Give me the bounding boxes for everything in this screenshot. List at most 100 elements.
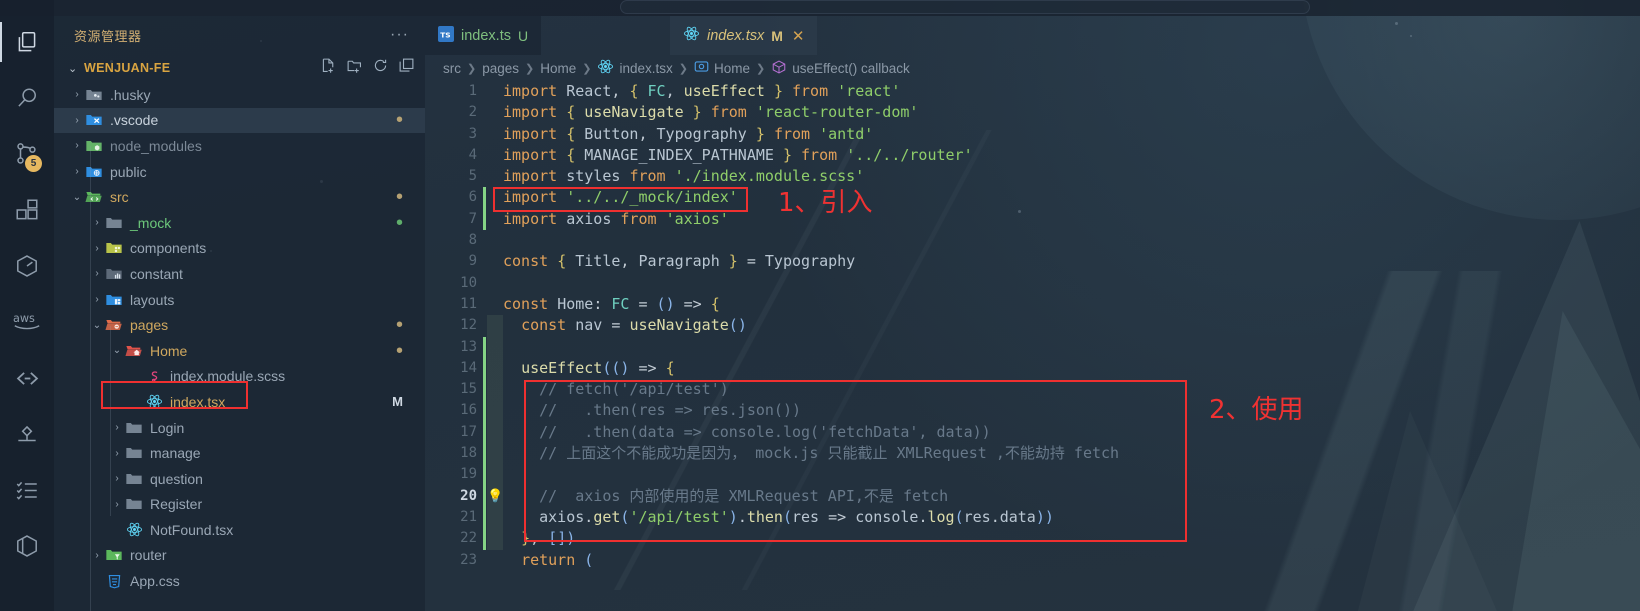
- tab-index-ts[interactable]: TS index.ts U: [425, 16, 542, 55]
- code-line[interactable]: 14 useEffect(() => {: [425, 357, 1640, 380]
- sidebar-item-aws[interactable]: aws: [0, 294, 54, 350]
- refresh-icon[interactable]: [372, 57, 389, 79]
- sidebar-item-remote-explorer[interactable]: [0, 518, 54, 574]
- tree-item-constant[interactable]: › constant: [54, 261, 425, 287]
- liveshare-icon: [14, 365, 41, 392]
- code-line[interactable]: 11 const Home: FC = () => {: [425, 294, 1640, 315]
- breadcrumb-item-src[interactable]: src: [443, 61, 461, 76]
- fold-region[interactable]: [487, 443, 503, 465]
- chevron-right-icon[interactable]: ›: [110, 499, 124, 510]
- chevron-right-icon[interactable]: ›: [110, 422, 124, 433]
- tree-item-notfound-tsx[interactable]: NotFound.tsx: [54, 517, 425, 543]
- code-line[interactable]: 13: [425, 336, 1640, 358]
- code-line[interactable]: 1 import React, { FC, useEffect } from 'r…: [425, 81, 1640, 102]
- chevron-right-icon[interactable]: ›: [70, 115, 84, 126]
- react-icon: [597, 58, 614, 78]
- breadcrumb-item-index-tsx[interactable]: index.tsx: [597, 58, 673, 78]
- chevron-right-icon[interactable]: ›: [90, 294, 104, 305]
- tree-item-layouts[interactable]: › layouts: [54, 287, 425, 313]
- tree-item-public[interactable]: › public: [54, 159, 425, 185]
- sidebar-item-database[interactable]: [0, 406, 54, 462]
- close-icon[interactable]: ✕: [792, 27, 805, 45]
- line-number: 8: [468, 232, 477, 249]
- chevron-right-icon[interactable]: ›: [70, 89, 84, 100]
- status-badge: M: [392, 394, 403, 410]
- line-number: 6: [468, 189, 477, 206]
- line-number: 21: [460, 508, 477, 525]
- sidebar-item-explorer[interactable]: [0, 14, 54, 70]
- tree-item-label: node_modules: [110, 137, 202, 154]
- tree-item-node-modules[interactable]: › node_modules: [54, 133, 425, 159]
- tree-item--vscode[interactable]: › .vscode •: [54, 107, 425, 134]
- fold-region[interactable]: [487, 421, 503, 444]
- sidebar-item-source-control[interactable]: 5: [0, 126, 54, 182]
- new-file-icon[interactable]: [320, 57, 337, 79]
- sidebar-item-search[interactable]: [0, 70, 54, 126]
- fold-region[interactable]: [487, 506, 503, 529]
- breadcrumb-label: Home: [713, 60, 750, 76]
- code-line[interactable]: 8: [425, 230, 1640, 251]
- more-actions-icon[interactable]: ···: [390, 27, 409, 43]
- chevron-right-icon[interactable]: ›: [110, 448, 124, 459]
- code-line[interactable]: 4 import { MANAGE_INDEX_PATHNAME } from '…: [425, 145, 1640, 166]
- fold-region[interactable]: [487, 379, 503, 401]
- sidebar-item-live-share[interactable]: [0, 350, 54, 406]
- sidebar-item-docker[interactable]: [0, 238, 54, 294]
- tree-item-label: Register: [150, 496, 203, 513]
- chevron-right-icon[interactable]: ›: [90, 550, 104, 561]
- command-center[interactable]: [620, 0, 1310, 14]
- tree-item-label: public: [110, 163, 147, 180]
- chevron-down-icon[interactable]: ⌄: [90, 320, 104, 331]
- chevron-right-icon[interactable]: ›: [90, 217, 104, 228]
- chevron-down-icon[interactable]: ⌄: [70, 192, 84, 203]
- chevron-right-icon[interactable]: ›: [70, 140, 84, 151]
- tree-item-src[interactable]: ⌄ src •: [54, 184, 425, 210]
- lightbulb-icon[interactable]: 💡: [487, 486, 503, 507]
- breadcrumb-item-pages[interactable]: pages: [482, 61, 519, 76]
- chevron-down-icon[interactable]: ⌄: [110, 345, 124, 356]
- code-line[interactable]: 10: [425, 273, 1640, 294]
- react-icon: [683, 25, 700, 46]
- tab-label: index.tsx: [707, 27, 765, 44]
- breadcrumb-item-home[interactable]: Home: [540, 61, 576, 76]
- chevron-right-icon[interactable]: ›: [110, 473, 124, 484]
- fold-region[interactable]: [487, 315, 503, 337]
- chevron-down-icon[interactable]: ⌄: [68, 62, 84, 75]
- tree-item-label: .husky: [110, 86, 151, 103]
- breadcrumb-item-useeffect-callback[interactable]: useEffect() callback: [771, 59, 910, 78]
- git-modified-indicator: [483, 187, 486, 209]
- sidebar-item-todo-tree[interactable]: [0, 462, 54, 518]
- tree-item--husky[interactable]: › .husky: [54, 82, 425, 108]
- code-line[interactable]: 5 import styles from './index.module.scss…: [425, 166, 1640, 187]
- tree-item--mock[interactable]: › _mock •: [54, 210, 425, 236]
- collapse-all-icon[interactable]: [398, 57, 415, 79]
- code-line[interactable]: 9 const { Title, Paragraph } = Typography: [425, 251, 1640, 272]
- code-line[interactable]: 3 import { Button, Typography } from 'ant…: [425, 124, 1640, 145]
- sidebar-item-extensions[interactable]: [0, 182, 54, 238]
- workspace-section-header[interactable]: ⌄ WENJUAN-FE: [54, 54, 425, 82]
- tab-status-badge: M: [771, 27, 783, 44]
- chevron-right-icon[interactable]: ›: [90, 243, 104, 254]
- fold-region[interactable]: [487, 336, 503, 358]
- chevron-right-icon[interactable]: ›: [70, 166, 84, 177]
- code-line[interactable]: 23 return (: [425, 550, 1640, 571]
- tree-item-app-css[interactable]: App.css: [54, 568, 425, 594]
- svg-text:TS: TS: [440, 30, 450, 39]
- folder-husky-icon: [84, 86, 104, 104]
- git-modified-indicator: [483, 400, 486, 422]
- new-folder-icon[interactable]: [346, 57, 363, 79]
- fold-region[interactable]: [487, 400, 503, 422]
- breadcrumb-item-home[interactable]: Home: [694, 59, 750, 77]
- code-line[interactable]: 12 const nav = useNavigate(): [425, 315, 1640, 337]
- tree-item-components[interactable]: › components: [54, 236, 425, 262]
- line-number: 16: [460, 402, 477, 419]
- chevron-right-icon[interactable]: ›: [90, 268, 104, 279]
- fold-region[interactable]: [487, 528, 503, 550]
- tab-index-tsx[interactable]: index.tsx M ✕: [670, 16, 818, 55]
- tree-item-router[interactable]: › router: [54, 543, 425, 569]
- code-line[interactable]: 2 import { useNavigate } from 'react-rout…: [425, 102, 1640, 123]
- fold-region[interactable]: [487, 464, 503, 486]
- extensions-icon: [14, 197, 40, 223]
- fold-region[interactable]: [487, 357, 503, 380]
- line-number: 11: [460, 295, 477, 312]
